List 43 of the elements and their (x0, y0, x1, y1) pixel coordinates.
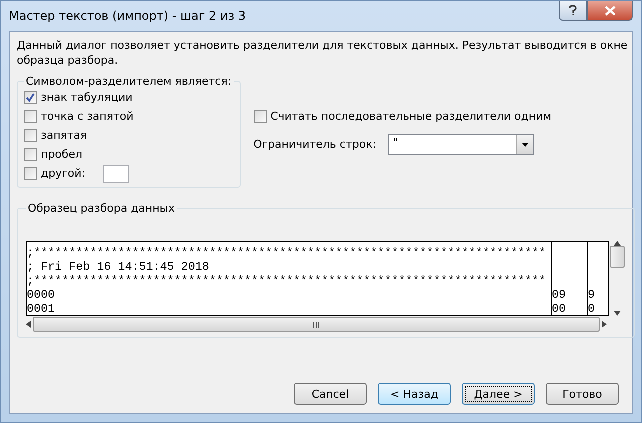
checkbox[interactable] (24, 91, 37, 104)
close-button[interactable] (587, 1, 633, 21)
scroll-thumb[interactable] (33, 317, 600, 332)
other-delimiter-field[interactable] (103, 164, 130, 182)
preview-cell-text: ;************************************************************************* (27, 246, 548, 260)
dropdown-arrow-icon (522, 142, 529, 146)
window-title: Мастер текстов (импорт) - шаг 2 из 3 (9, 9, 246, 23)
scroll-thumb[interactable] (610, 246, 625, 268)
description-text: Данный диалог позволяет установить разделители для текстовых данных. Результат выводится в окне образца разбора. (17, 38, 629, 68)
checkbox-label: точка с запятой (41, 110, 134, 123)
preview-cell-text: ; Fri Feb 16 14:51:45 2018 (27, 260, 210, 274)
group-title: Образец разбора данных (27, 202, 176, 215)
checkbox-label: Считать последовательные разделители одним (270, 110, 552, 123)
checkbox-label: знак табуляции (41, 91, 133, 104)
preview-cell-text: 0000 (27, 288, 56, 302)
checkbox[interactable] (24, 148, 37, 161)
qualifier-dropdown[interactable]: " (388, 134, 534, 155)
preview-cell-text: 09 (552, 288, 568, 302)
qualifier-label: Ограничитель строк: (254, 138, 376, 151)
group-title: Символом-разделителем является: (25, 75, 233, 88)
question-mark-icon (569, 5, 577, 16)
checkbox[interactable] (24, 129, 37, 142)
preview-cell-text: 0001 (27, 302, 56, 315)
scroll-right-icon[interactable] (602, 321, 607, 328)
cancel-button[interactable]: Cancel (294, 383, 367, 405)
checkbox[interactable] (254, 110, 267, 123)
checkbox-label: другой: (41, 167, 86, 180)
checkbox[interactable] (24, 110, 37, 123)
grip-icon (313, 322, 320, 328)
checkbox-label: пробел (41, 148, 82, 161)
scroll-down-icon[interactable] (614, 311, 621, 316)
finish-button[interactable]: Готово (546, 383, 619, 405)
help-button[interactable] (559, 1, 587, 21)
preview-cell-text: 0 (588, 302, 596, 315)
back-button[interactable]: < Назад (378, 383, 451, 405)
preview-cell-text: 00 (552, 302, 568, 315)
close-icon (604, 6, 616, 16)
preview-cell-text: ;************************************************************************* (27, 274, 548, 288)
scroll-left-icon[interactable] (26, 321, 31, 328)
checkbox-label: запятая (41, 129, 88, 142)
preview-cell-text: 9 (588, 288, 596, 302)
checkbox[interactable] (24, 167, 37, 180)
next-button[interactable]: Далее > (462, 383, 535, 405)
